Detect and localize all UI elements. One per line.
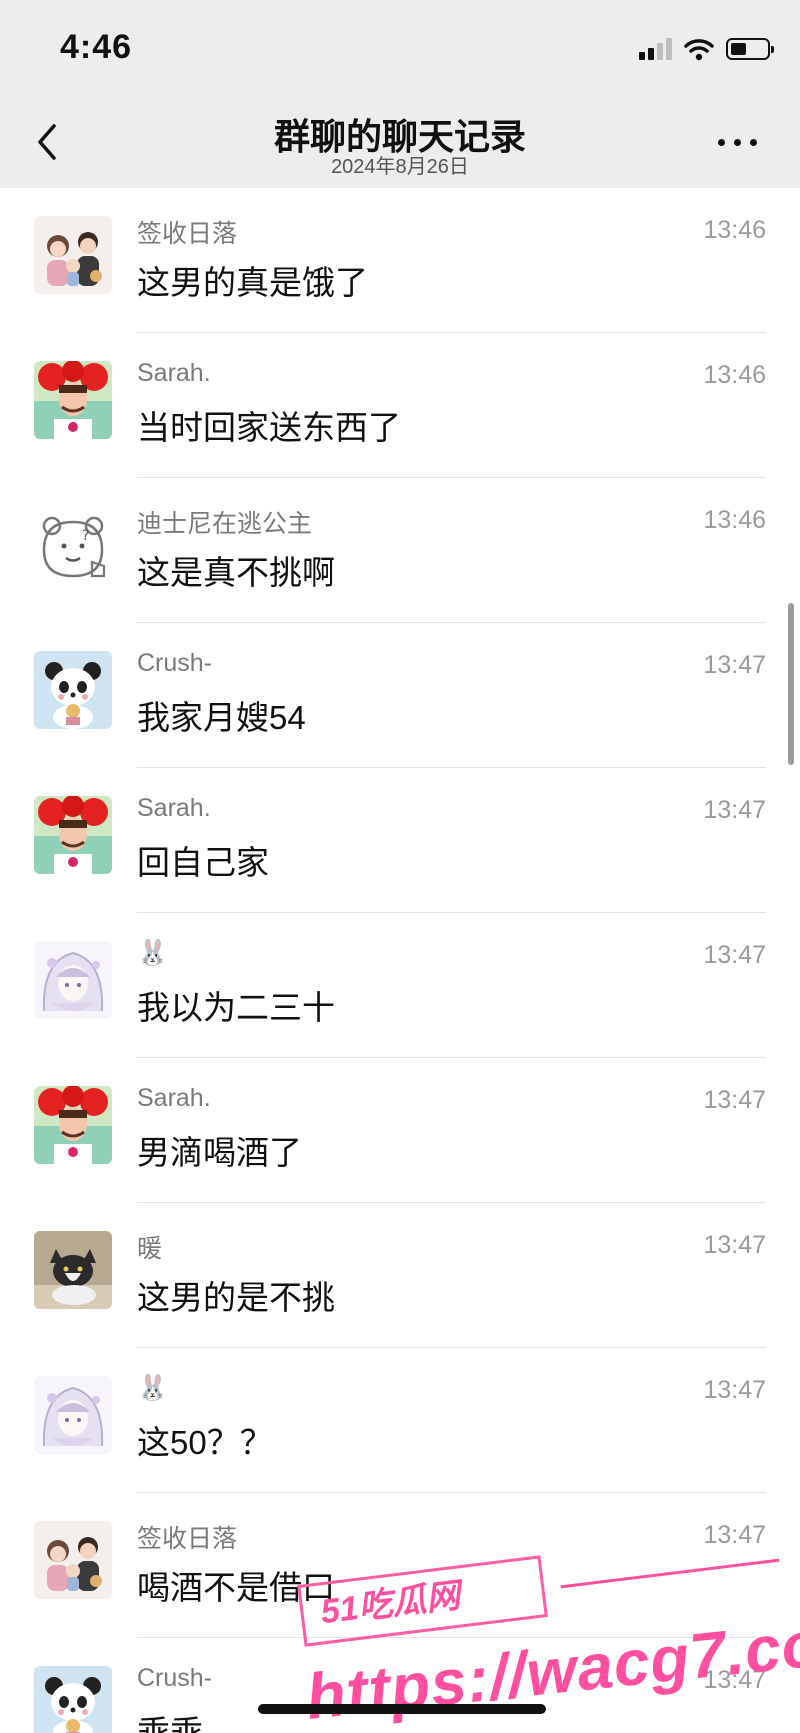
message-text: 男滴喝酒了 — [137, 1134, 302, 1171]
status-bar: 4:46 — [0, 0, 800, 100]
sender-name: Crush- — [137, 1664, 213, 1692]
message-text: 乖乖 — [137, 1714, 203, 1733]
message-text: 当时回家送东西了 — [137, 409, 401, 446]
anime-girl-avatar[interactable] — [34, 1376, 112, 1454]
message-text: 这50？？ — [137, 1424, 273, 1461]
status-icons — [639, 34, 774, 64]
more-dot-icon — [734, 138, 741, 146]
chat-message-row[interactable]: 暖这男的是不挑 13:47 — [0, 1203, 800, 1348]
chat-message-row[interactable]: Sarah. 男滴喝酒了 13:47 — [0, 1058, 800, 1203]
message-time: 13:46 — [703, 361, 766, 389]
sender-name: 🐰 — [137, 939, 169, 967]
chat-message-row[interactable]: 签收日落这男的真是饿了 13:46 — [0, 188, 800, 333]
flower-man-avatar[interactable] — [34, 1086, 112, 1164]
chat-message-row[interactable]: ? 迪士尼在逃公主这是真不挑啊 13:46 — [0, 478, 800, 623]
bear-sketch-avatar[interactable]: ? — [34, 506, 112, 584]
chat-message-row[interactable]: 🐰 我以为二三十 13:47 — [0, 913, 800, 1058]
status-time: 4:46 — [60, 28, 133, 66]
message-time: 13:47 — [703, 1376, 766, 1404]
sender-name: Crush- — [137, 649, 213, 677]
panda-avatar[interactable] — [34, 1666, 112, 1733]
message-text: 这男的是不挑 — [137, 1279, 335, 1316]
message-text: 这是真不挑啊 — [137, 554, 335, 591]
home-indicator[interactable] — [258, 1704, 546, 1714]
message-time: 13:47 — [703, 941, 766, 969]
message-text: 我以为二三十 — [137, 989, 335, 1026]
sender-name: Sarah. — [137, 359, 211, 387]
panda-avatar[interactable] — [34, 651, 112, 729]
family-avatar[interactable] — [34, 1521, 112, 1599]
chat-message-row[interactable]: Sarah. 回自己家 13:47 — [0, 768, 800, 913]
cellular-signal-icon — [639, 38, 672, 60]
message-time: 13:47 — [703, 796, 766, 824]
family-avatar[interactable] — [34, 216, 112, 294]
wifi-icon — [684, 39, 714, 61]
more-dot-icon — [718, 138, 725, 146]
chat-message-row[interactable]: Sarah. 当时回家送东西了 13:46 — [0, 333, 800, 478]
page-subtitle-date: 2024年8月26日 — [331, 156, 469, 178]
chat-record-list[interactable]: 签收日落 这男的真是饿了 13:46 Sarah. 当时回家送东西了 13:46? 迪士尼在… — [0, 188, 800, 1733]
nav-bar: 群聊的聊天记录 2024年8月26日 — [0, 100, 800, 188]
message-text: 回自己家 — [137, 844, 269, 881]
more-dot-icon — [750, 138, 757, 146]
sender-name: Sarah. — [137, 1084, 211, 1112]
sender-name: 签收日落 — [137, 1525, 238, 1553]
more-options-button[interactable] — [718, 130, 762, 154]
sender-name: 签收日落 — [137, 220, 238, 248]
chat-message-row[interactable]: Crush- 我家月嫂54 13:47 — [0, 623, 800, 768]
message-time: 13:47 — [703, 1086, 766, 1114]
chat-history-screen: 4:46 群聊的聊天记录 2024年8月26日 签收日落 这男的真是饿了 13:… — [0, 0, 800, 1733]
sender-name: 🐰 — [137, 1374, 169, 1402]
message-time: 13:47 — [703, 1231, 766, 1259]
flower-man-avatar[interactable] — [34, 361, 112, 439]
sender-name: Sarah. — [137, 794, 211, 822]
flower-man-avatar[interactable] — [34, 796, 112, 874]
battery-icon — [726, 38, 774, 60]
message-time: 13:47 — [703, 1521, 766, 1549]
sender-name: 迪士尼在逃公主 — [137, 510, 313, 538]
chat-message-row[interactable]: 🐰 这50？？ 13:47 — [0, 1348, 800, 1493]
scrollbar[interactable] — [788, 603, 794, 765]
svg-text:?: ? — [82, 528, 89, 544]
message-time: 13:46 — [703, 506, 766, 534]
message-text: 这男的真是饿了 — [137, 264, 368, 301]
message-time: 13:47 — [703, 651, 766, 679]
anime-girl-avatar[interactable] — [34, 941, 112, 1019]
message-text: 我家月嫂54 — [137, 699, 306, 736]
message-time: 13:46 — [703, 216, 766, 244]
sender-name: 暖 — [137, 1235, 163, 1263]
cat-avatar[interactable] — [34, 1231, 112, 1309]
